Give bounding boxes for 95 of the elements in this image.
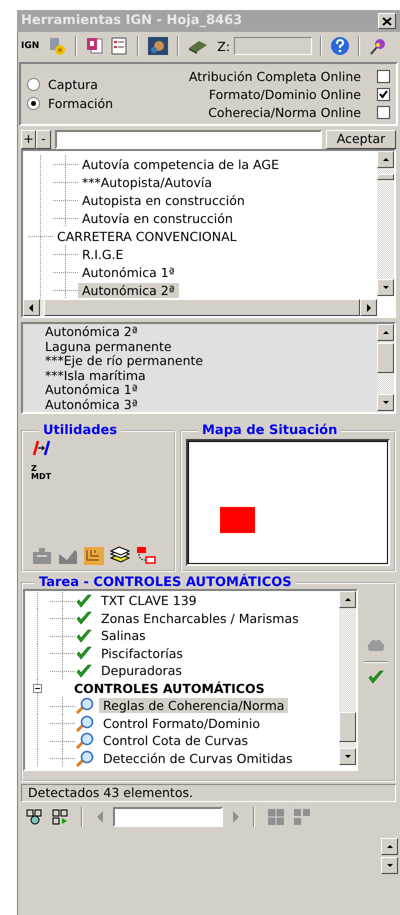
check-icon [75, 628, 93, 644]
tree-item[interactable]: Autovía competencia de la AGE [78, 156, 283, 172]
task-item[interactable]: Depuradoras [97, 663, 186, 678]
z-label: Z: [217, 38, 230, 54]
mdt-tool[interactable]: Z MDT [31, 465, 53, 481]
down-arrow-icon [381, 398, 390, 407]
record-field[interactable] [113, 807, 223, 827]
tree-toggle-button[interactable]: + [21, 130, 36, 149]
grid-play-icon[interactable] [51, 808, 69, 826]
up-arrow-icon [381, 155, 390, 164]
list-item[interactable]: ***Isla marítima [45, 368, 377, 383]
window-title: Herramientas IGN - Hoja_8463 [21, 13, 242, 29]
left-arrow-icon [27, 303, 36, 312]
check-icon [75, 592, 93, 609]
tree-item[interactable]: Autonómica 1ª [78, 264, 179, 280]
checkbox-label: Formato/Dominio Online [208, 86, 361, 102]
tree-item[interactable]: R.I.G.E [78, 246, 128, 262]
check-icon [75, 645, 93, 662]
up-arrow-icon [343, 595, 352, 604]
panel-title: Mapa de Situación [201, 424, 338, 437]
magnifier-icon [75, 732, 95, 750]
task-group-title[interactable]: CONTROLES AUTOMÁTICOS [70, 680, 269, 696]
magnifier-icon [75, 697, 95, 714]
close-icon [382, 16, 392, 26]
check-icon [75, 662, 93, 679]
task-item[interactable]: Control Cota de Curvas [99, 733, 252, 748]
check-icon [75, 610, 93, 626]
scroll-right-button[interactable] [360, 299, 377, 316]
right-arrow-icon [364, 303, 373, 312]
list-item[interactable]: Autonómica 1ª [45, 383, 377, 398]
image-icon[interactable] [147, 36, 170, 56]
ign-logo: IGN [21, 40, 40, 52]
mode-radio[interactable]: Formación [27, 96, 114, 111]
scroll-up-button[interactable] [377, 151, 394, 168]
up-arrow-icon [381, 328, 390, 337]
scroll-down-button[interactable] [377, 394, 394, 411]
magnifier-icon [75, 750, 95, 767]
location-marker [220, 507, 255, 533]
checkbox[interactable] [377, 106, 390, 118]
mode-radio[interactable]: Captura [27, 77, 114, 92]
scroll-left-button[interactable] [23, 299, 40, 316]
scroll-up-button[interactable] [339, 591, 356, 608]
down-arrow-icon [385, 861, 394, 870]
task-item[interactable]: Detección de Curvas Omitidas [99, 750, 297, 766]
scroll-up-button[interactable] [381, 838, 398, 855]
check-icon[interactable] [367, 669, 385, 685]
up-arrow-icon [385, 842, 394, 851]
scroll-down-button[interactable] [377, 279, 394, 296]
list-item[interactable]: ***Eje de río permanente [45, 354, 377, 368]
scrollbar-thumb[interactable] [377, 174, 394, 180]
vertical-scrollbar[interactable] [377, 151, 394, 296]
scroll-down-button[interactable] [339, 748, 356, 765]
task-item[interactable]: Zonas Encharcables / Marismas [97, 610, 303, 626]
help-icon[interactable] [330, 36, 350, 56]
status-text: Detectados 43 elementos. [21, 784, 396, 802]
checkbox[interactable] [377, 70, 390, 82]
task-item[interactable]: Control Formato/Dominio [99, 716, 264, 731]
check-icon [379, 90, 388, 98]
vertical-scrollbar[interactable] [339, 591, 356, 765]
vertical-scrollbar[interactable] [377, 324, 394, 411]
close-button[interactable] [378, 13, 396, 29]
filter-field[interactable] [55, 130, 322, 149]
tree-item[interactable]: ***Autopista/Autovía [78, 174, 216, 190]
scrollbar-thumb[interactable] [339, 712, 356, 742]
line-transfer-icon[interactable] [31, 439, 51, 457]
tree-item[interactable]: Autovía en construcción [78, 210, 237, 226]
panel-title: Utilidades [42, 424, 118, 437]
checkbox-label: Coherecia/Norma Online [208, 104, 361, 120]
tree-item[interactable]: CARRETERA CONVENCIONAL [53, 228, 241, 244]
z-field[interactable] [234, 37, 312, 55]
accept-button[interactable]: Aceptar [326, 130, 396, 149]
task-item[interactable]: Salinas [97, 628, 150, 644]
scroll-up-button[interactable] [377, 324, 394, 341]
grid-search-icon[interactable] [25, 808, 43, 826]
magnifier-icon [75, 714, 95, 732]
list-item[interactable]: Laguna permanente [45, 340, 377, 354]
tree-toggle-button[interactable]: - [36, 130, 51, 149]
scroll-down-button[interactable] [381, 857, 398, 874]
list-document-icon[interactable] [109, 36, 130, 56]
scrollbar-thumb[interactable] [377, 343, 394, 373]
task-item[interactable]: TXT CLAVE 139 [97, 593, 201, 608]
tree-item[interactable]: Autonómica 2ª [78, 282, 179, 298]
tree-item[interactable]: Autopista en construcción [78, 192, 249, 208]
list-item[interactable]: Autonómica 2ª [45, 325, 377, 340]
flag-link-icon[interactable] [135, 546, 157, 566]
task-item[interactable]: Piscifactorías [97, 646, 187, 661]
down-arrow-icon [381, 283, 390, 292]
list-item[interactable]: Autonómica 3ª [45, 398, 377, 412]
checkbox[interactable] [377, 88, 390, 100]
task-item[interactable]: Reglas de Coherencia/Norma [99, 698, 288, 714]
collapse-toggle[interactable] [33, 684, 42, 693]
checkbox-label: Atribución Completa Online [188, 68, 361, 84]
panel-title: Tarea - CONTROLES AUTOMÁTICOS [38, 576, 293, 589]
down-arrow-icon [343, 752, 352, 761]
document-icon[interactable] [85, 36, 106, 56]
